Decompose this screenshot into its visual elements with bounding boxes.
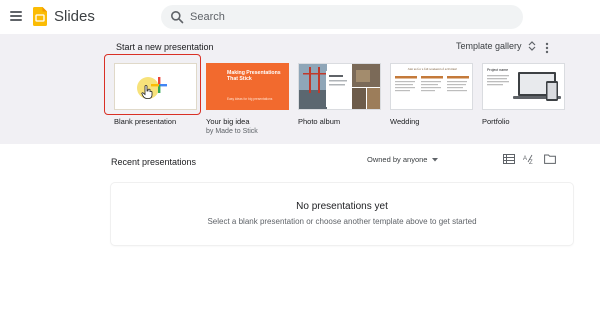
unfold-icon [528, 41, 535, 51]
svg-text:Z: Z [529, 160, 533, 164]
template-name: Wedding [390, 117, 420, 126]
template-author: by Made to Stick [206, 128, 258, 135]
template-name: Portfolio [482, 117, 510, 126]
template-gallery-button[interactable]: Template gallery [456, 41, 536, 51]
slides-logo-icon[interactable] [33, 7, 47, 26]
owner-filter-label: Owned by anyone [367, 155, 428, 164]
template-thumbnail[interactable] [114, 63, 197, 110]
thumbnail-title: Making Presentations That Stick [227, 70, 281, 83]
section-title: Start a new presentation [116, 42, 214, 52]
hand-cursor-icon [141, 85, 153, 99]
template-thumbnail[interactable] [298, 63, 381, 110]
main-menu-icon[interactable] [10, 11, 22, 21]
template-wedding[interactable]: Join us for a fall weekend of activities… [390, 63, 473, 126]
template-portfolio[interactable]: Project name Portfolio [482, 63, 565, 126]
template-gallery-label: Template gallery [456, 41, 522, 51]
template-thumbnail[interactable]: Making Presentations That Stick Easy ide… [206, 63, 289, 110]
template-blank[interactable]: Blank presentation [114, 63, 197, 126]
recent-presentations-title: Recent presentations [111, 157, 197, 167]
empty-state-card: No presentations yet Select a blank pres… [111, 183, 573, 245]
folder-icon[interactable] [544, 154, 556, 164]
template-your-big-idea[interactable]: Making Presentations That Stick Easy ide… [206, 63, 289, 135]
photo-collage-image [299, 64, 380, 109]
sort-az-icon[interactable]: A Z [523, 154, 537, 164]
plus-icon [151, 77, 167, 93]
template-photo-album[interactable]: Photo album [298, 63, 381, 126]
template-section: Start a new presentation Template galler… [0, 34, 600, 144]
thumbnail-title: Join us for a fall weekend of activities… [407, 67, 458, 71]
empty-state-title: No presentations yet [296, 201, 388, 212]
more-options-icon[interactable] [542, 42, 552, 54]
template-name: Your big idea [206, 117, 250, 126]
search-input[interactable] [190, 9, 510, 25]
template-thumbnail[interactable]: Join us for a fall weekend of activities… [390, 63, 473, 110]
template-name: Photo album [298, 117, 341, 126]
template-name: Blank presentation [114, 117, 177, 126]
empty-state-subtitle: Select a blank presentation or choose an… [207, 217, 477, 226]
search-bar[interactable] [161, 5, 523, 29]
svg-text:A: A [523, 156, 527, 162]
thumbnail-subtitle: Easy ideas for big presentations [227, 97, 273, 101]
dropdown-arrow-icon [432, 157, 439, 161]
search-icon[interactable] [170, 10, 184, 24]
top-bar: Slides [0, 0, 600, 34]
app-name[interactable]: Slides [54, 8, 95, 25]
template-thumbnail[interactable]: Project name [482, 63, 565, 110]
list-view-icon[interactable] [503, 154, 515, 164]
thumbnail-title: Project name [487, 68, 509, 72]
owner-filter-dropdown[interactable]: Owned by anyone [367, 155, 439, 164]
schedule-columns-image [395, 76, 469, 92]
